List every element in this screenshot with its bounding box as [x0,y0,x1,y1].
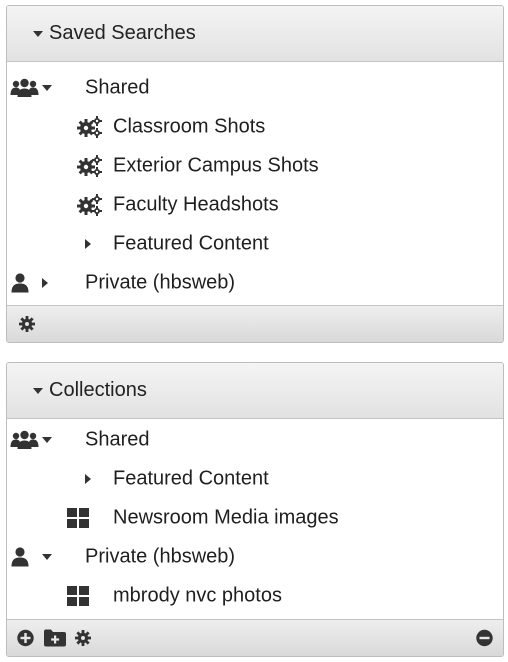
plus-circle-icon[interactable] [17,629,34,647]
collections-panel: Collections Shared Featured Content News… [6,362,504,657]
gears-icon [77,154,102,177]
user-icon [11,272,29,292]
gears-icon [77,193,102,216]
collapsed-triangle-icon[interactable] [42,277,48,288]
tree-node-private[interactable]: Private (hbsweb) [7,263,503,302]
gears-icon [77,115,102,138]
gear-icon[interactable] [19,316,35,332]
expanded-triangle-icon[interactable] [42,84,52,91]
tree-node-shared[interactable]: Shared [7,68,503,107]
tree-node-label: Featured Content [113,467,269,489]
tree-node-label: Featured Content [113,232,269,254]
gear-icon[interactable] [75,630,91,646]
grid-icon [67,585,89,606]
tree-node-label: Private (hbsweb) [85,545,236,567]
collapsed-triangle-icon[interactable] [85,238,91,249]
grid-icon [67,507,89,528]
minus-circle-icon[interactable] [476,629,493,647]
expanded-triangle-icon[interactable] [42,436,52,443]
expanded-triangle-icon[interactable] [42,553,52,560]
collections-header[interactable]: Collections [7,363,503,419]
collection-item[interactable]: Newsroom Media images [7,498,503,537]
saved-search-item[interactable]: Faculty Headshots [7,185,503,224]
saved-search-label: Exterior Campus Shots [113,154,319,176]
collections-footer [7,619,503,656]
saved-searches-footer [7,305,503,342]
collection-label: mbrody nvc photos [113,584,282,606]
saved-searches-header[interactable]: Saved Searches [7,6,503,62]
users-icon [10,430,39,449]
user-icon [11,546,29,566]
users-icon [10,78,39,97]
saved-searches-panel: Saved Searches Shared Classroom Shots Ex… [6,5,504,343]
collapse-triangle-icon [33,387,43,394]
tree-node-shared[interactable]: Shared [7,420,503,459]
saved-search-label: Faculty Headshots [113,193,279,215]
tree-node-featured-content[interactable]: Featured Content [7,224,503,263]
collapse-triangle-icon [33,30,43,37]
saved-search-label: Classroom Shots [113,115,266,137]
collections-title: Collections [49,379,147,401]
tree-node-private[interactable]: Private (hbsweb) [7,537,503,576]
tree-node-featured-content[interactable]: Featured Content [7,459,503,498]
tree-node-label: Shared [85,76,150,98]
tree-node-label: Shared [85,428,150,450]
collection-item[interactable]: mbrody nvc photos [7,576,503,615]
folder-plus-icon[interactable] [44,629,66,647]
saved-searches-title: Saved Searches [49,22,196,44]
saved-search-item[interactable]: Classroom Shots [7,107,503,146]
collection-label: Newsroom Media images [113,506,339,528]
collapsed-triangle-icon[interactable] [85,473,91,484]
saved-search-item[interactable]: Exterior Campus Shots [7,146,503,185]
tree-node-label: Private (hbsweb) [85,271,236,293]
